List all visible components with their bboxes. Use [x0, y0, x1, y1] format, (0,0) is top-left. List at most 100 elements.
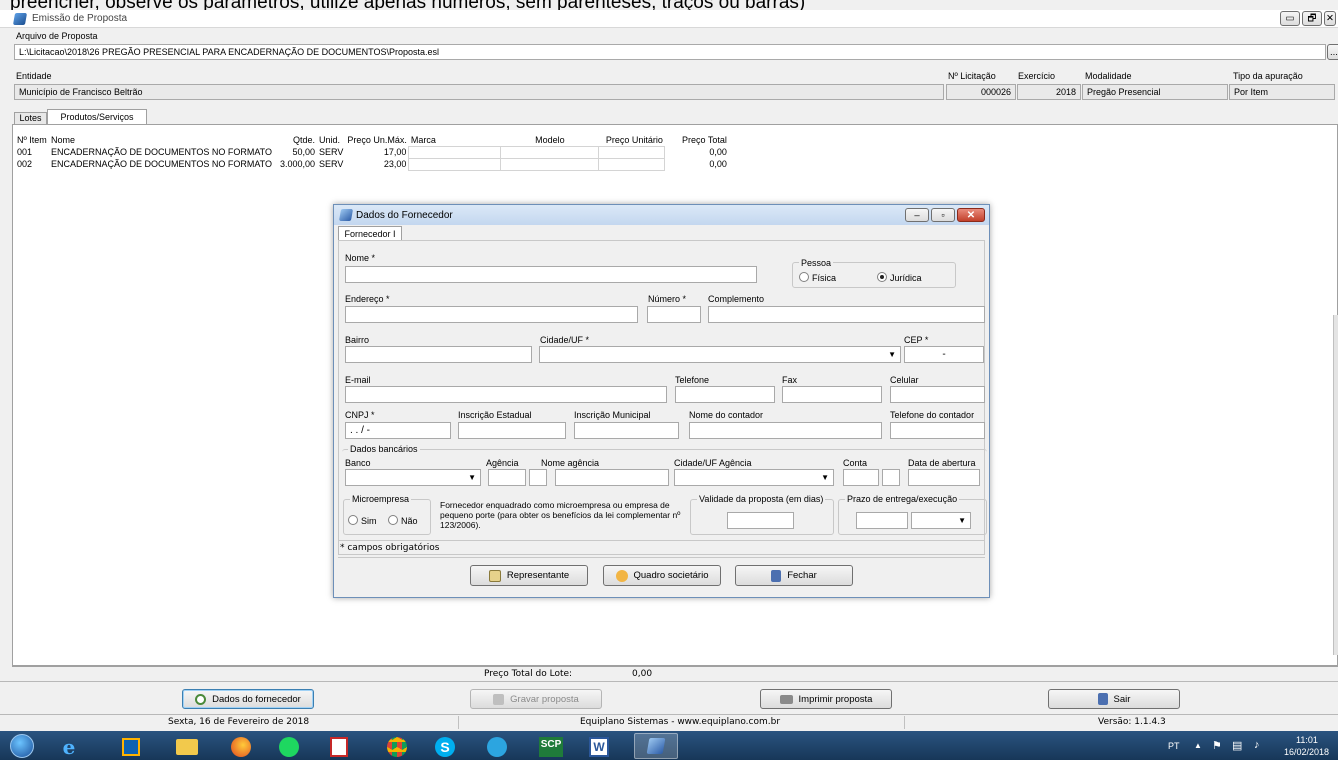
volume-icon[interactable]: ♪ [1254, 739, 1260, 751]
modelo-cell[interactable] [500, 157, 600, 171]
dialog-close-button[interactable]: ✕ [957, 208, 985, 222]
preco-unit-cell[interactable] [598, 145, 666, 159]
data-abertura-label: Data de abertura [908, 458, 976, 468]
nome-agencia-input[interactable] [555, 469, 669, 486]
col-header-item: Nº Item [17, 135, 47, 145]
modelo-cell[interactable] [500, 145, 600, 159]
dialog-maximize-button[interactable]: ▫ [931, 208, 955, 222]
radio-juridica[interactable]: Jurídica [877, 272, 922, 283]
dialog-minimize-button[interactable]: – [905, 208, 929, 222]
dados-fornecedor-button[interactable]: Dados do fornecedor [182, 689, 314, 709]
cidade-agencia-select[interactable]: ▼ [674, 469, 834, 486]
exit-door-icon [771, 569, 782, 582]
conta-input[interactable] [843, 469, 879, 486]
taskbar-acrobat-icon[interactable] [326, 736, 352, 758]
tel-contador-input[interactable] [890, 422, 985, 439]
status-bar: Sexta, 16 de Fevereiro de 2018 Equiplano… [0, 714, 1338, 730]
bairro-input[interactable] [345, 346, 532, 363]
nome-agencia-label: Nome agência [541, 458, 600, 468]
tab-fornecedor-i[interactable]: Fornecedor I [338, 226, 402, 241]
dialog-app-icon [338, 209, 354, 221]
taskbar-outlook-icon[interactable] [118, 736, 144, 758]
radio-fisica[interactable]: Física [799, 272, 836, 283]
table-row[interactable]: 001 ENCADERNAÇÃO DE DOCUMENTOS NO FORMAT… [15, 145, 729, 159]
conta-digito-input[interactable] [882, 469, 900, 486]
numero-input[interactable] [647, 306, 701, 323]
taskbar-skype-icon[interactable]: S [432, 736, 458, 758]
representante-button[interactable]: Representante [470, 565, 588, 586]
taskbar-explorer-icon[interactable] [174, 736, 200, 758]
chevron-down-icon: ▼ [888, 349, 896, 359]
browse-file-button[interactable]: ... [1327, 44, 1338, 60]
pessoa-group: Pessoa Física Jurídica [792, 258, 956, 288]
imprimir-proposta-button[interactable]: Imprimir proposta [760, 689, 892, 709]
fechar-button[interactable]: Fechar [735, 565, 853, 586]
cnpj-input[interactable]: . . / - [345, 422, 451, 439]
taskbar-telegram-icon[interactable] [484, 736, 510, 758]
taskbar-firefox-icon[interactable] [228, 736, 254, 758]
quadro-societario-button[interactable]: Quadro societário [603, 565, 721, 586]
marca-cell[interactable] [408, 157, 502, 171]
taskbar-app-icon[interactable] [634, 733, 678, 759]
insc-municipal-input[interactable] [574, 422, 679, 439]
telefone-input[interactable] [675, 386, 775, 403]
validade-input[interactable] [727, 512, 794, 529]
data-abertura-input[interactable] [908, 469, 980, 486]
network-icon[interactable]: ▤ [1232, 739, 1242, 752]
bairro-label: Bairro [345, 335, 370, 345]
email-input[interactable] [345, 386, 667, 403]
gravar-proposta-button[interactable]: Gravar proposta [470, 689, 602, 709]
supplier-icon [195, 693, 207, 705]
radio-juridica-icon [877, 272, 887, 282]
licitacao-label: Nº Licitação [948, 71, 996, 81]
cep-input[interactable]: - [904, 346, 984, 363]
minimize-button[interactable]: ▭ [1280, 11, 1300, 26]
table-row[interactable]: 002 ENCADERNAÇÃO DE DOCUMENTOS NO FORMAT… [15, 157, 729, 171]
banco-select[interactable]: ▼ [345, 469, 481, 486]
taskbar-scp-icon[interactable]: SCP [538, 736, 564, 758]
prazo-unit-select[interactable]: ▼ [911, 512, 971, 529]
dialog-title: Dados do Fornecedor [356, 210, 453, 221]
supplier-dialog: Dados do Fornecedor – ▫ ✕ Fornecedor I N… [333, 204, 990, 598]
nome-label: Nome * [345, 253, 376, 263]
endereco-label: Endereço * [345, 294, 390, 304]
printer-icon [779, 694, 793, 704]
taskbar-word-icon[interactable]: W [586, 736, 612, 758]
taskbar-spotify-icon[interactable] [276, 736, 302, 758]
app-icon [12, 13, 28, 25]
agencia-digito-input[interactable] [529, 469, 547, 486]
restore-button[interactable]: 🗗 [1302, 11, 1322, 26]
col-header-nome: Nome [51, 135, 76, 145]
vertical-scrollbar[interactable] [1333, 315, 1338, 655]
nome-input[interactable] [345, 266, 757, 283]
preco-unit-cell[interactable] [598, 157, 666, 171]
nome-contador-input[interactable] [689, 422, 882, 439]
prazo-input[interactable] [856, 512, 908, 529]
marca-cell[interactable] [408, 145, 502, 159]
numero-label: Número * [648, 294, 687, 304]
cidade-uf-select[interactable]: ▼ [539, 346, 901, 363]
close-button[interactable]: ✕ [1324, 11, 1336, 26]
insc-municipal-label: Inscrição Municipal [574, 410, 651, 420]
radio-micro-sim[interactable]: Sim [348, 515, 377, 526]
sair-button[interactable]: Sair [1048, 689, 1180, 709]
taskbar-chrome-icon[interactable] [384, 736, 410, 758]
endereco-input[interactable] [345, 306, 638, 323]
radio-micro-nao[interactable]: Não [388, 515, 418, 526]
tab-produtos-servicos[interactable]: Produtos/Serviços [47, 109, 147, 125]
clock-time[interactable]: 11:01 [1296, 735, 1318, 745]
complemento-label: Complemento [708, 294, 765, 304]
file-path-input[interactable]: L:\Licitacao\2018\26 PREGÃO PRESENCIAL P… [14, 44, 1326, 60]
flag-icon[interactable]: ⚑ [1212, 739, 1222, 752]
insc-estadual-input[interactable] [458, 422, 566, 439]
complemento-input[interactable] [708, 306, 985, 323]
col-header-preco-total: Preço Total [682, 135, 727, 145]
fax-input[interactable] [782, 386, 882, 403]
clock-date[interactable]: 16/02/2018 [1284, 747, 1329, 757]
celular-input[interactable] [890, 386, 985, 403]
start-button[interactable] [8, 733, 36, 759]
taskbar-language[interactable]: PT [1168, 741, 1180, 751]
agencia-input[interactable] [488, 469, 526, 486]
taskbar-ie-icon[interactable]: e [56, 735, 82, 759]
tray-chevron-icon[interactable]: ▲ [1194, 741, 1202, 750]
